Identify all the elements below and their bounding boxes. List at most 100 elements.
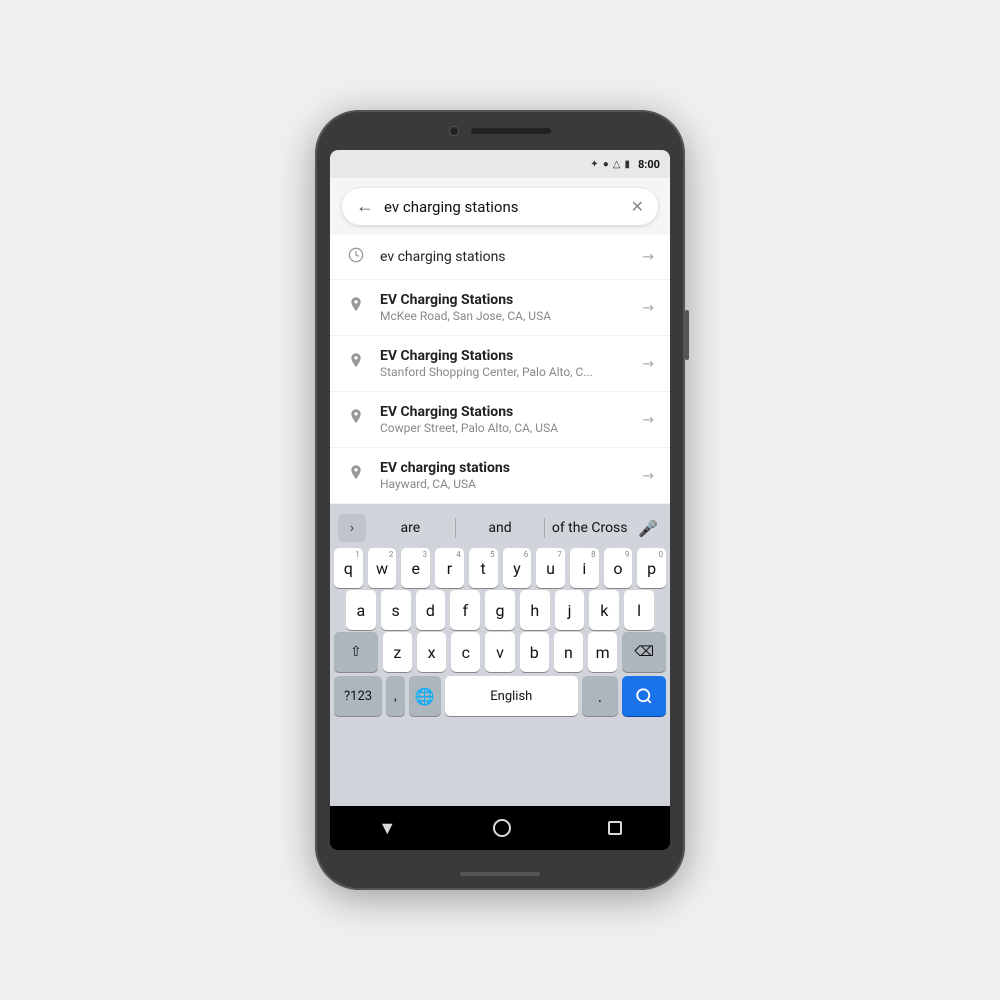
speaker-bar	[471, 128, 551, 134]
nav-recent-button[interactable]	[608, 821, 622, 835]
bluetooth-icon: ✦	[590, 159, 598, 170]
key-f[interactable]: f	[450, 590, 480, 630]
word-suggestion-bar: › are and of the Cross 🎤	[330, 510, 670, 546]
word-suggestion-0[interactable]: are	[370, 520, 451, 536]
key-g[interactable]: g	[485, 590, 515, 630]
nav-back-button[interactable]: ▼	[378, 818, 396, 839]
key-d[interactable]: d	[416, 590, 446, 630]
key-b[interactable]: b	[520, 632, 549, 672]
suggestions-list: ev charging stations ↗ EV Charging Stati…	[330, 235, 670, 504]
expand-suggestions-button[interactable]: ›	[338, 514, 366, 542]
keyboard-bottom-row: ?123 , 🌐 English .	[330, 674, 670, 718]
key-num-1: 1	[355, 550, 360, 559]
key-num-6: 6	[524, 550, 529, 559]
suggestion-subtitle-3: Cowper Street, Palo Alto, CA, USA	[380, 421, 628, 435]
status-icons: ✦ ● △ ▮ 8:00	[590, 158, 660, 171]
key-num-9: 9	[625, 550, 630, 559]
suggestion-item-4[interactable]: EV charging stations Hayward, CA, USA ↗	[330, 448, 670, 504]
suggestion-subtitle-1: McKee Road, San Jose, CA, USA	[380, 309, 628, 323]
key-p[interactable]: 0p	[637, 548, 666, 588]
key-t[interactable]: 5t	[469, 548, 498, 588]
globe-key[interactable]: 🌐	[409, 676, 441, 716]
key-w[interactable]: 2w	[368, 548, 397, 588]
suggestion-subtitle-2: Stanford Shopping Center, Palo Alto, C..…	[380, 365, 628, 379]
key-v[interactable]: v	[485, 632, 514, 672]
phone-bottom-decoration	[460, 872, 540, 876]
location-icon-2	[346, 353, 366, 375]
key-z[interactable]: z	[383, 632, 412, 672]
key-a[interactable]: a	[346, 590, 376, 630]
divider-1	[455, 518, 456, 538]
nav-home-button[interactable]	[493, 819, 511, 837]
key-num-3: 3	[423, 550, 428, 559]
camera-dot	[449, 126, 459, 136]
suggestion-subtitle-4: Hayward, CA, USA	[380, 477, 628, 491]
backspace-key[interactable]: ⌫	[622, 632, 666, 672]
key-num-2: 2	[389, 550, 394, 559]
keyboard-row-3: ⇧ z x c v b n m ⌫	[330, 632, 670, 672]
keyboard-row-2: a s d f g h j k l	[330, 590, 670, 630]
suggestion-item-3[interactable]: EV Charging Stations Cowper Street, Palo…	[330, 392, 670, 448]
search-bar: ← ev charging stations ✕	[342, 188, 658, 225]
suggestion-text-3: EV Charging Stations Cowper Street, Palo…	[380, 404, 628, 435]
search-key[interactable]	[622, 676, 666, 716]
key-num-8: 8	[591, 550, 596, 559]
suggestion-item-1[interactable]: EV Charging Stations McKee Road, San Jos…	[330, 280, 670, 336]
key-e[interactable]: 3e	[401, 548, 430, 588]
signal-icon: ●	[603, 159, 609, 170]
key-n[interactable]: n	[554, 632, 583, 672]
key-u[interactable]: 7u	[536, 548, 565, 588]
key-num-4: 4	[456, 550, 461, 559]
search-input[interactable]: ev charging stations	[384, 198, 621, 216]
suggestion-text-1: EV Charging Stations McKee Road, San Jos…	[380, 292, 628, 323]
key-j[interactable]: j	[555, 590, 585, 630]
phone-top-decoration	[449, 126, 551, 136]
location-icon-4	[346, 465, 366, 487]
space-key[interactable]: English	[445, 676, 578, 716]
period-key[interactable]: .	[582, 676, 618, 716]
key-y[interactable]: 6y	[503, 548, 532, 588]
suggestion-title-1: EV Charging Stations	[380, 292, 628, 308]
wifi-icon: △	[613, 159, 621, 170]
microphone-button[interactable]: 🎤	[634, 514, 662, 542]
suggestion-arrow-3: ↗	[638, 410, 658, 430]
search-bar-container: ← ev charging stations ✕	[330, 178, 670, 235]
clear-button[interactable]: ✕	[631, 197, 644, 216]
suggestion-arrow-1: ↗	[638, 298, 658, 318]
navigation-bar: ▼	[330, 806, 670, 850]
word-suggestion-2[interactable]: of the Cross	[549, 520, 630, 536]
comma-key[interactable]: ,	[386, 676, 405, 716]
key-s[interactable]: s	[381, 590, 411, 630]
suggestion-title-4: EV charging stations	[380, 460, 628, 476]
key-c[interactable]: c	[451, 632, 480, 672]
side-button	[685, 310, 689, 360]
phone-screen: ✦ ● △ ▮ 8:00 ← ev charging stations ✕	[330, 150, 670, 850]
location-icon-3	[346, 409, 366, 431]
key-k[interactable]: k	[589, 590, 619, 630]
key-m[interactable]: m	[588, 632, 617, 672]
key-r[interactable]: 4r	[435, 548, 464, 588]
phone-device: ✦ ● △ ▮ 8:00 ← ev charging stations ✕	[315, 110, 685, 890]
key-h[interactable]: h	[520, 590, 550, 630]
status-time: 8:00	[638, 158, 660, 171]
key-i[interactable]: 8i	[570, 548, 599, 588]
back-button[interactable]: ←	[356, 196, 374, 217]
divider-2	[544, 518, 545, 538]
location-icon-1	[346, 297, 366, 319]
suggestion-item-history[interactable]: ev charging stations ↗	[330, 235, 670, 280]
key-num-7: 7	[557, 550, 562, 559]
key-q[interactable]: 1q	[334, 548, 363, 588]
key-o[interactable]: 9o	[604, 548, 633, 588]
suggestion-text-2: EV Charging Stations Stanford Shopping C…	[380, 348, 628, 379]
suggestion-arrow-4: ↗	[638, 466, 658, 486]
suggestion-title-0: ev charging stations	[380, 249, 628, 265]
status-bar: ✦ ● △ ▮ 8:00	[330, 150, 670, 178]
num-symbol-key[interactable]: ?123	[334, 676, 382, 716]
suggestion-item-2[interactable]: EV Charging Stations Stanford Shopping C…	[330, 336, 670, 392]
key-l[interactable]: l	[624, 590, 654, 630]
shift-key[interactable]: ⇧	[334, 632, 378, 672]
word-suggestion-1[interactable]: and	[460, 520, 541, 536]
key-x[interactable]: x	[417, 632, 446, 672]
suggestion-text-4: EV charging stations Hayward, CA, USA	[380, 460, 628, 491]
key-num-5: 5	[490, 550, 495, 559]
